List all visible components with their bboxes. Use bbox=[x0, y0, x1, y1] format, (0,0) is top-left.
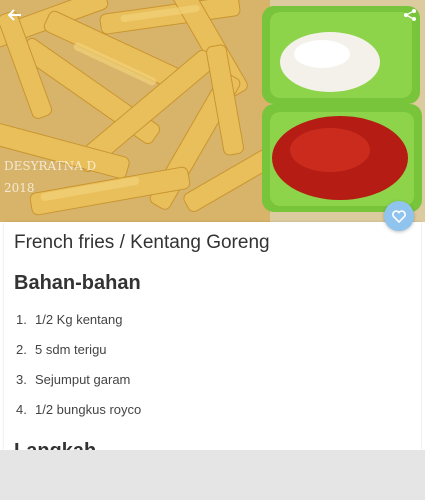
share-icon bbox=[404, 9, 416, 21]
recipe-title: French fries / Kentang Goreng bbox=[14, 232, 270, 253]
bottom-area bbox=[0, 450, 425, 500]
heart-icon bbox=[392, 209, 406, 223]
steps-heading: Langkah bbox=[14, 440, 96, 450]
arrow-left-icon bbox=[8, 9, 21, 21]
ingredient-text: 1/2 bungkus royco bbox=[35, 402, 142, 417]
ingredient-text: Sejumput garam bbox=[35, 372, 131, 387]
ingredient-text: 1/2 Kg kentang bbox=[35, 312, 123, 327]
share-button[interactable] bbox=[399, 4, 421, 26]
recipe-photo: DESYRATNA D 2018 bbox=[0, 0, 425, 222]
watermark: DESYRATNA D 2018 bbox=[4, 159, 97, 195]
list-item: 4. 1/2 bungkus royco bbox=[16, 402, 142, 417]
ingredients-list: 1. 1/2 Kg kentang 2. 5 sdm terigu 3. Sejump… bbox=[16, 312, 141, 432]
ingredient-text: 5 sdm terigu bbox=[35, 342, 107, 357]
ingredients-heading: Bahan-bahan bbox=[14, 272, 141, 294]
recipe-card: French fries / Kentang Goreng Bahan-baha… bbox=[4, 222, 421, 450]
back-button[interactable] bbox=[4, 4, 26, 26]
list-item: 1. 1/2 Kg kentang bbox=[16, 312, 123, 327]
list-item: 2. 5 sdm terigu bbox=[16, 342, 107, 357]
list-item: 3. Sejumput garam bbox=[16, 372, 131, 387]
favorite-button[interactable] bbox=[384, 201, 414, 231]
